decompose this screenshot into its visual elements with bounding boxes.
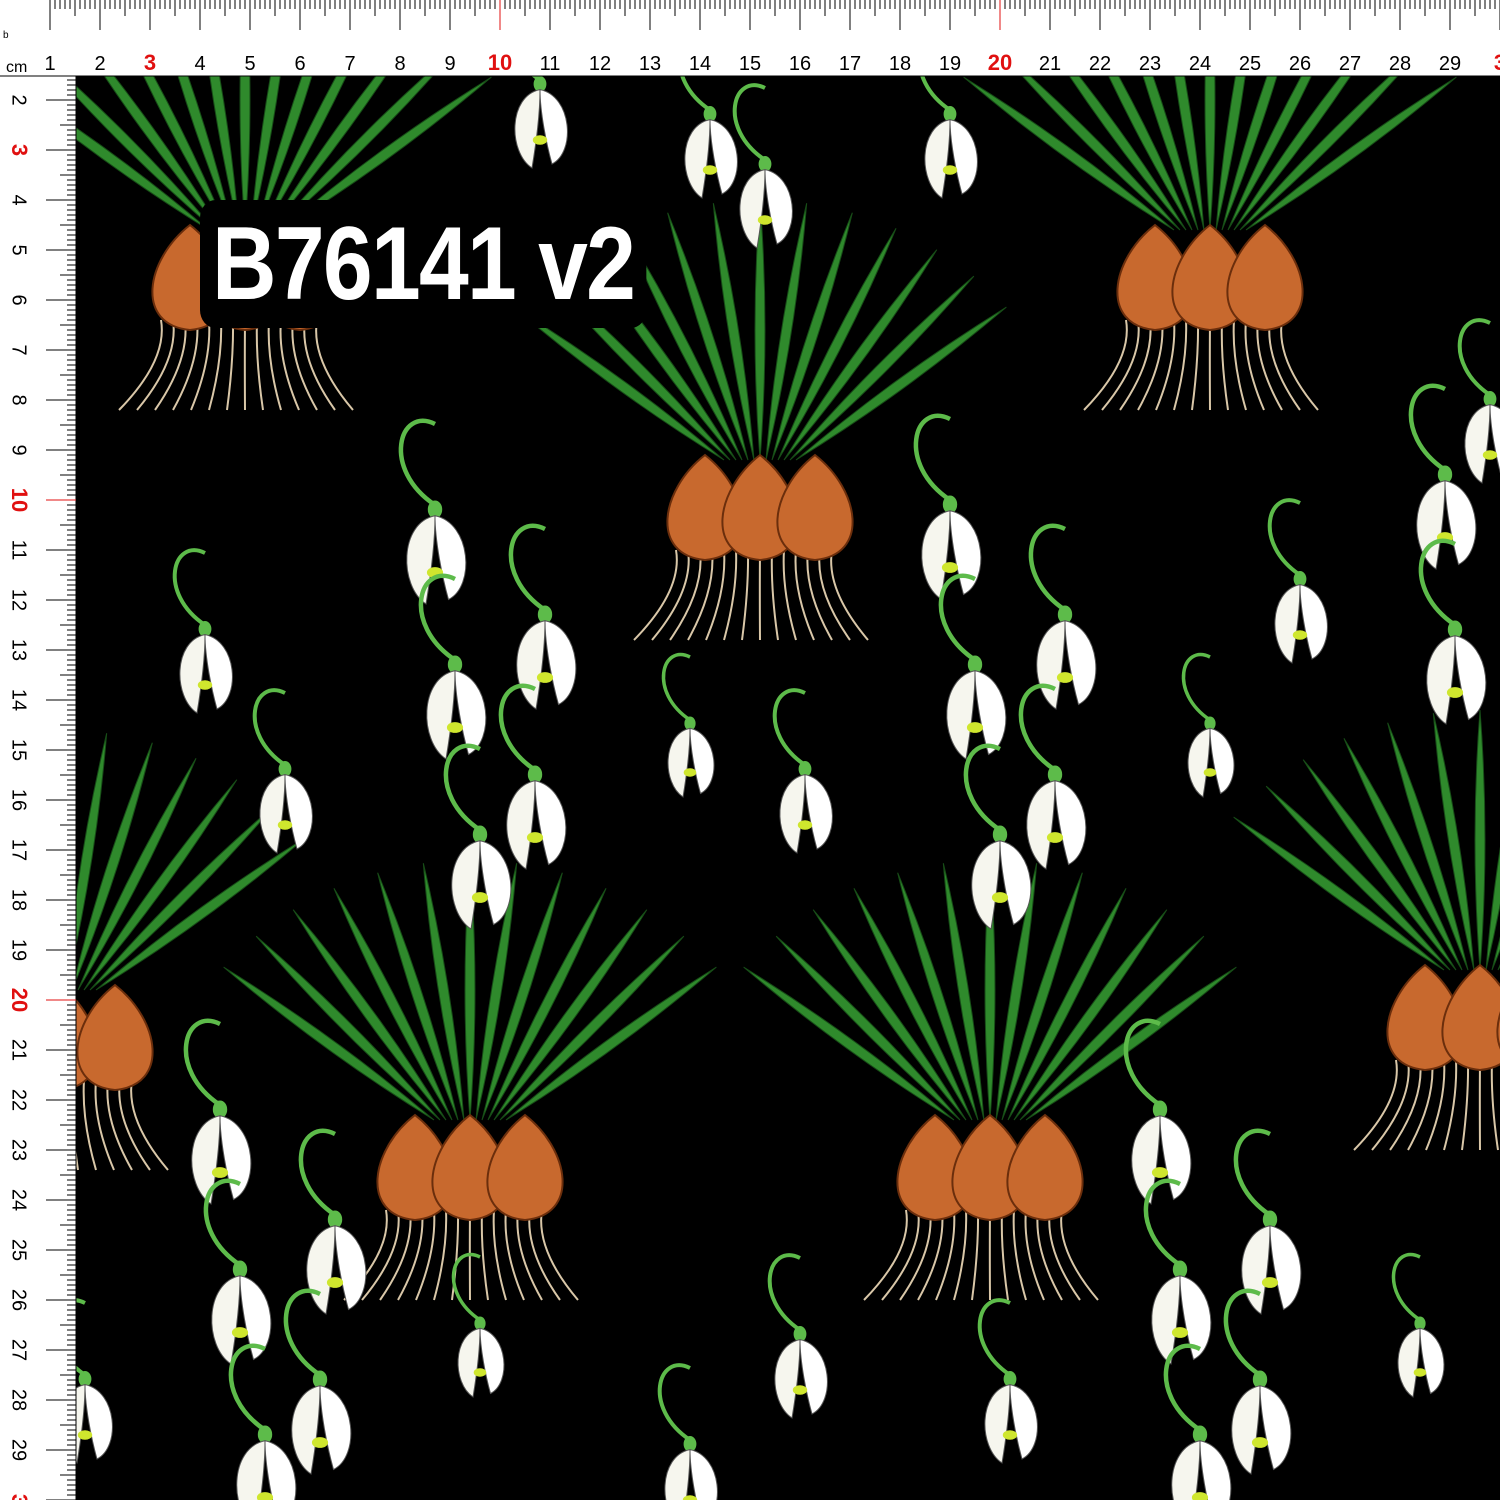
top-ruler-number: 16 [789,53,811,75]
petal-mark [797,820,813,830]
top-ruler-number: 26 [1289,53,1311,75]
top-ruler-number: 20 [988,50,1012,75]
left-ruler-number: 16 [8,789,30,811]
petal-mark [1203,768,1217,777]
left-ruler-number: 19 [8,939,30,961]
petal-mark [197,680,213,690]
top-ruler-number: 23 [1139,53,1161,75]
design-code-label: B76141 v2 [200,200,647,328]
petal-mark [1251,1437,1269,1448]
top-ruler-number: 3 [144,50,156,75]
top-ruler-number: 13 [639,53,661,75]
top-ruler-number: 24 [1189,53,1211,75]
top-ruler-number: 21 [1039,53,1061,75]
top-ruler-number: 3 [1494,50,1500,75]
petal-mark [77,1430,93,1440]
petal-mark [1056,672,1074,683]
left-ruler-number: 23 [8,1139,30,1161]
left-ruler-number: 26 [8,1289,30,1311]
petal-mark [1261,1277,1279,1288]
petal-mark [757,215,773,225]
petal-mark [1292,630,1308,640]
top-ruler-number: 5 [244,53,255,75]
petal-mark [792,1385,808,1395]
left-ruler-number: 21 [8,1039,30,1061]
top-ruler-number: 8 [394,53,405,75]
ruler-unit-label: cm [6,59,27,76]
left-ruler-number: 3 [7,1494,32,1500]
left-ruler-number: 18 [8,889,30,911]
left-ruler-number: 24 [8,1189,30,1211]
petal-mark [1151,1167,1169,1178]
left-ruler-number: 14 [8,689,30,711]
left-ruler-number: 22 [8,1089,30,1111]
left-ruler-number: 9 [8,444,30,455]
top-ruler-number: 15 [739,53,761,75]
top-ruler-number: 18 [889,53,911,75]
petal-mark [211,1167,229,1178]
left-ruler-number: 4 [8,194,30,205]
petal-mark [1046,832,1064,843]
top-ruler-number: 2 [94,53,105,75]
petal-mark [942,165,958,175]
petal-mark [702,165,718,175]
top-ruler-number: 22 [1089,53,1111,75]
petal-mark [1413,1368,1427,1377]
top-ruler-number: 29 [1439,53,1461,75]
top-ruler-number: 1 [44,53,55,75]
top-ruler-number: 14 [689,53,711,75]
top-ruler-number: 12 [589,53,611,75]
left-ruler-number: 6 [8,294,30,305]
petal-mark [446,722,464,733]
left-ruler-number: 20 [7,988,32,1012]
left-ruler-number: 7 [8,344,30,355]
top-ruler-number: 28 [1389,53,1411,75]
petal-mark [231,1327,249,1338]
petal-mark [683,768,697,777]
top-ruler-number: 9 [444,53,455,75]
top-ruler-number: 11 [540,53,561,75]
left-ruler-number: 3 [7,144,32,156]
petal-mark [311,1437,329,1448]
petal-mark [1171,1327,1189,1338]
left-ruler-number: 12 [8,589,30,611]
top-ruler-number: 19 [939,53,961,75]
top-ruler-number: 10 [488,50,512,75]
ruler-corner-label: b [3,30,9,41]
top-ruler-number: 4 [194,53,205,75]
petal-mark [1002,1430,1018,1440]
left-ruler-number: 2 [8,94,30,105]
left-ruler-number: 10 [7,488,32,512]
top-ruler-number: 7 [344,53,355,75]
left-ruler-number: 29 [8,1439,30,1461]
petal-mark [1446,687,1464,698]
petal-mark [471,892,489,903]
left-ruler-number: 11 [8,540,30,561]
top-ruler-number: 17 [839,53,861,75]
left-ruler-number: 8 [8,394,30,405]
top-ruler-number: 25 [1239,53,1261,75]
left-ruler-number: 5 [8,244,30,255]
petal-mark [1482,450,1498,460]
left-ruler-number: 15 [8,739,30,761]
top-ruler-number: 6 [294,53,305,75]
petal-mark [941,562,959,573]
left-ruler-number: 28 [8,1389,30,1411]
left-ruler-number: 27 [8,1339,30,1361]
petal-mark [326,1277,344,1288]
left-ruler-number: 17 [8,839,30,861]
petal-mark [991,892,1009,903]
left-ruler-number: 25 [8,1239,30,1261]
petal-mark [526,832,544,843]
petal-mark [966,722,984,733]
petal-mark [473,1368,487,1377]
petal-mark [277,820,293,830]
petal-mark [536,672,554,683]
petal-mark [532,135,548,145]
top-ruler-number: 27 [1339,53,1361,75]
left-ruler-number: 13 [8,639,30,661]
